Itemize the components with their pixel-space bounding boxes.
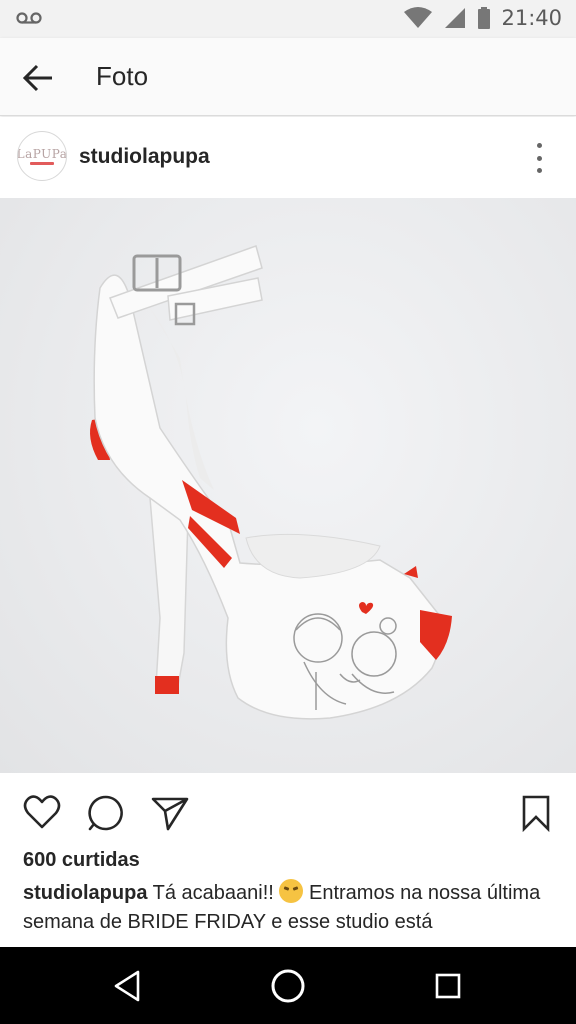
avatar[interactable]: LaPUPa <box>17 131 67 181</box>
post-actions <box>0 773 576 847</box>
comment-icon[interactable] <box>86 793 126 833</box>
cell-signal-icon <box>445 8 466 28</box>
wedding-shoe-illustration <box>90 245 452 720</box>
arrow-back-icon[interactable] <box>20 60 56 96</box>
nav-back-icon[interactable] <box>108 966 148 1006</box>
post-username[interactable]: studiolapupa <box>79 145 210 169</box>
bookmark-icon[interactable] <box>516 793 556 833</box>
post-header: LaPUPa studiolapupa <box>0 117 576 198</box>
system-nav-bar <box>0 947 576 1024</box>
likes-count[interactable]: 600 curtidas <box>23 849 140 872</box>
wifi-icon <box>404 7 433 28</box>
status-bar: 21:40 <box>0 0 576 38</box>
post-caption: studiolapupa Tá acabaani!! Entramos na n… <box>23 879 553 947</box>
nav-home-icon[interactable] <box>268 966 308 1006</box>
caption-text-start: Tá acabaani!! <box>152 882 274 904</box>
app-bar: Foto <box>0 38 576 116</box>
avatar-logo-text: LaPUPa <box>17 146 67 161</box>
more-vertical-icon[interactable] <box>534 143 544 173</box>
post-photo[interactable] <box>0 198 576 773</box>
caption-username[interactable]: studiolapupa <box>23 882 147 904</box>
avatar-logo-bar <box>30 161 54 165</box>
tired-face-emoji-icon <box>279 879 304 903</box>
heart-icon[interactable] <box>22 793 62 833</box>
direct-send-icon[interactable] <box>150 793 190 833</box>
voicemail-icon <box>16 12 42 24</box>
nav-recents-icon[interactable] <box>428 966 468 1006</box>
status-time: 21:40 <box>501 6 562 30</box>
page-title: Foto <box>96 61 149 91</box>
battery-icon <box>478 7 491 29</box>
